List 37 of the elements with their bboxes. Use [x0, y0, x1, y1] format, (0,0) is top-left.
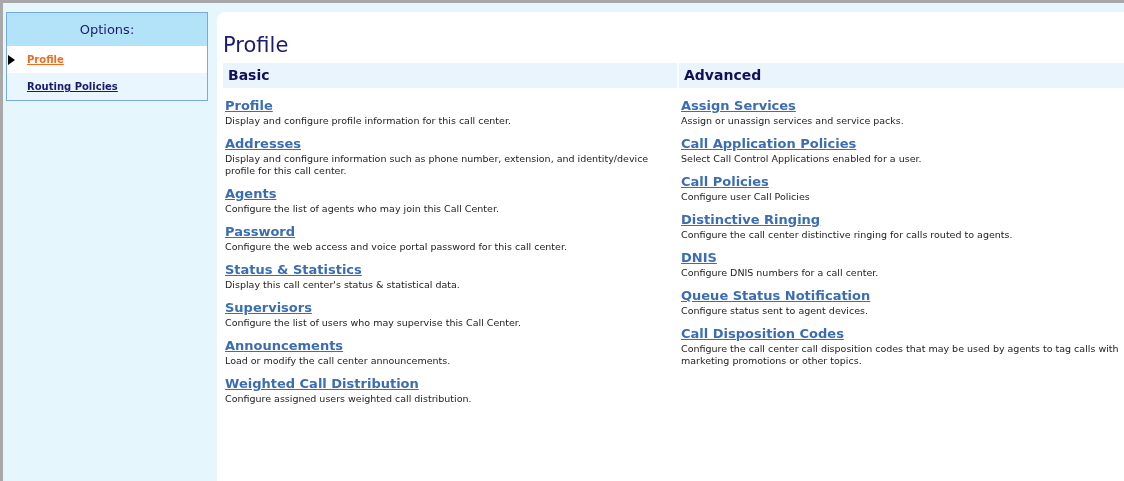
section-link[interactable]: Distinctive Ringing [681, 211, 821, 228]
section-link[interactable]: Call Disposition Codes [681, 325, 844, 342]
section-link[interactable]: Profile [225, 97, 273, 114]
section-link[interactable]: Call Application Policies [681, 135, 857, 152]
section-link[interactable]: Assign Services [681, 97, 796, 114]
sidebar-title: Options: [79, 20, 135, 39]
link-description: Configure the call center call disposition codes that may be used by agents to tag calls with marketing promotions or other topics. [681, 343, 1120, 367]
link-description: Assign or unassign services and service packs. [681, 115, 905, 127]
sidebar-link[interactable]: Profile [27, 52, 64, 67]
pointer-arrow-icon [8, 55, 15, 65]
section-link[interactable]: DNIS [681, 249, 717, 266]
section-link[interactable]: Agents [225, 185, 277, 202]
section-link[interactable]: Queue Status Notification [681, 287, 871, 304]
sidebar-link[interactable]: Routing Policies [27, 79, 118, 94]
section-link[interactable]: Addresses [225, 135, 301, 152]
link-description: Load or modify the call center announcements. [225, 355, 452, 367]
link-description: Display and configure profile information for this call center. [225, 115, 512, 127]
section-header: Advanced [679, 63, 1124, 88]
section-link[interactable]: Call Policies [681, 173, 769, 190]
link-description: Configure the web access and voice portal password for this call center. [225, 241, 568, 253]
link-description: Configure assigned users weighted call distribution. [225, 393, 473, 405]
page-title: Profile [223, 32, 290, 58]
link-description: Configure the list of agents who may join this Call Center. [225, 203, 500, 215]
section-link[interactable]: Weighted Call Distribution [225, 375, 419, 392]
section-header: Basic [223, 63, 677, 88]
section-link[interactable]: Password [225, 223, 296, 240]
link-description: Display this call center's status & statistical data. [225, 279, 461, 291]
link-description: Configure user Call Policies [681, 191, 811, 203]
link-description: Configure DNIS numbers for a call center. [681, 267, 880, 279]
link-description: Select Call Control Applications enabled for a user. [681, 153, 923, 165]
section-link[interactable]: Supervisors [225, 299, 312, 316]
section-link[interactable]: Announcements [225, 337, 344, 354]
link-description: Configure status sent to agent devices. [681, 305, 870, 317]
link-description: Configure the call center distinctive ringing for calls routed to agents. [681, 229, 1014, 241]
link-description: Configure the list of users who may supervise this Call Center. [225, 317, 522, 329]
section-link[interactable]: Status & Statistics [225, 261, 362, 278]
link-description: Display and configure information such as phone number, extension, and identity/device profile for this call center. [225, 153, 650, 177]
